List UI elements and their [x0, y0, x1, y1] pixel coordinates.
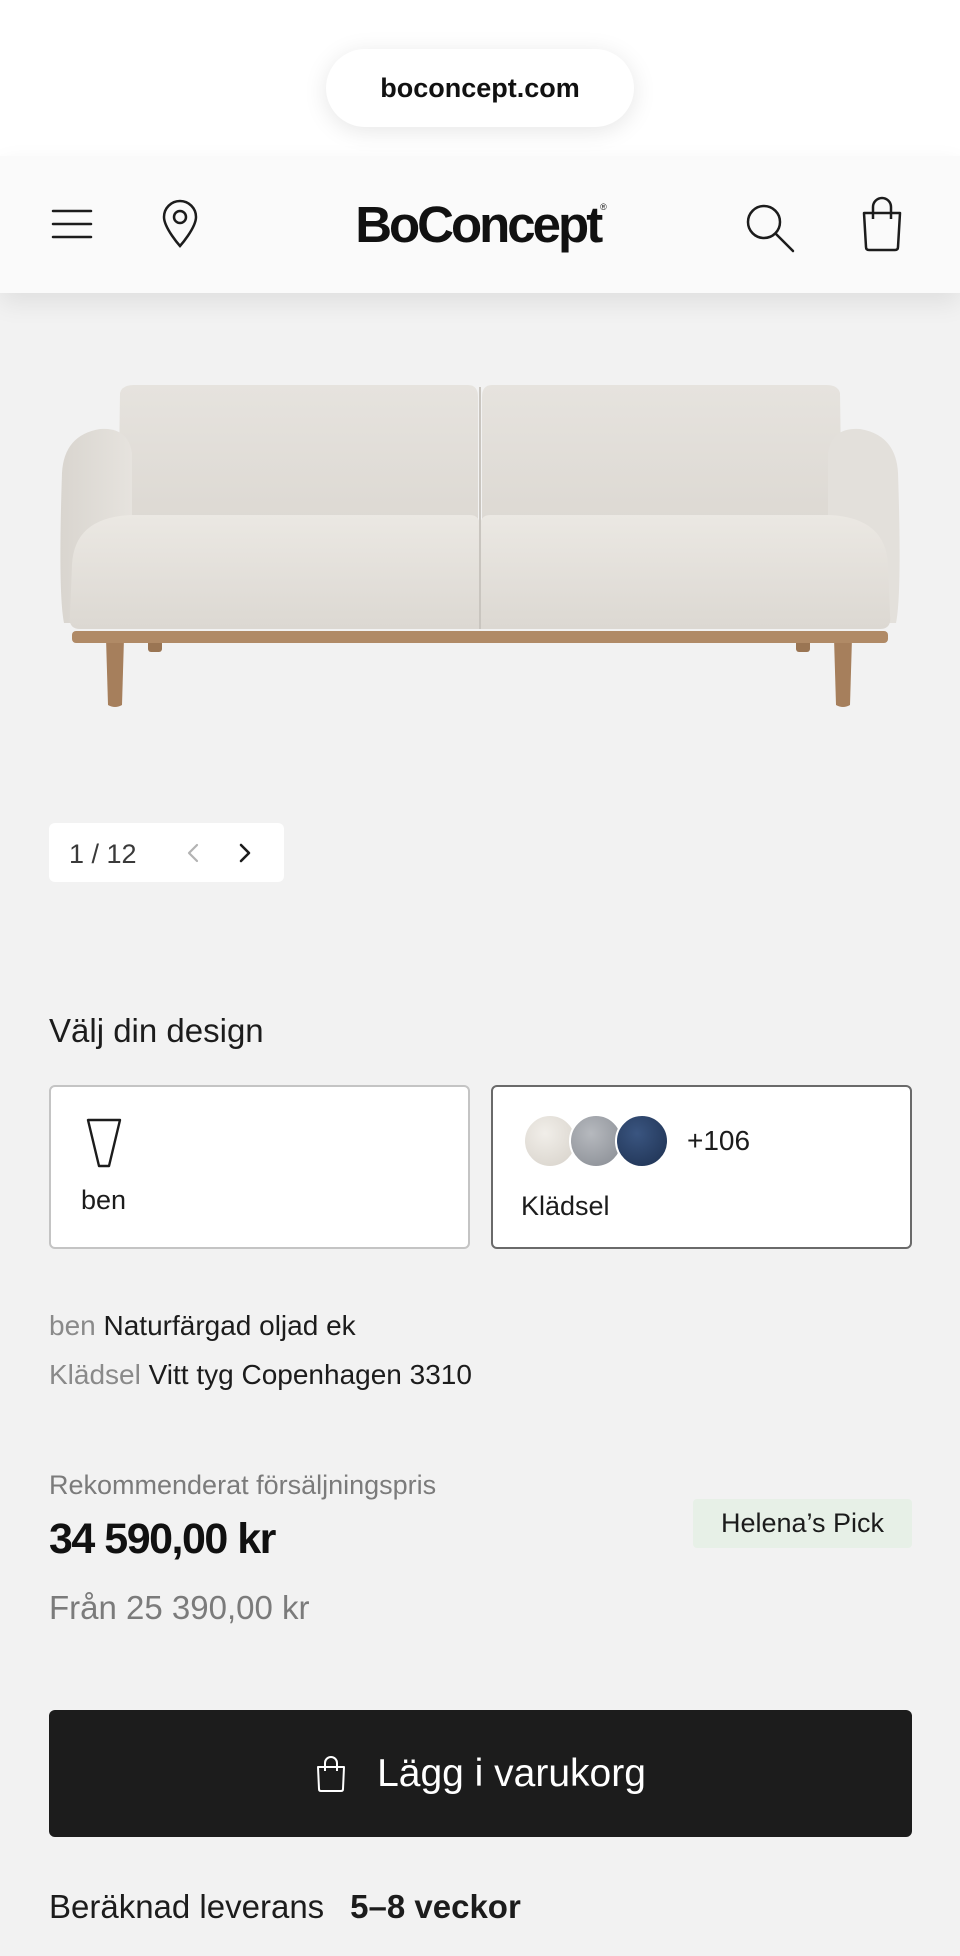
rrp-label: Rekommenderat försäljningspris — [49, 1470, 437, 1500]
registered-mark: ® — [600, 202, 607, 212]
spec-fabric: Klädsel Vitt tyg Copenhagen 3310 — [49, 1359, 472, 1391]
fabric-option-label: Klädsel — [521, 1191, 610, 1221]
more-swatches-count: +106 — [687, 1125, 751, 1156]
search-icon[interactable] — [742, 200, 798, 256]
badge-label: Helena’s Pick — [720, 1508, 885, 1538]
menu-icon[interactable] — [48, 200, 96, 248]
price: 34 590,00 kr — [49, 1515, 276, 1563]
shopping-bag-icon[interactable] — [856, 194, 908, 254]
brand-logo[interactable]: BoConcept ® — [355, 192, 607, 256]
chevron-left-icon[interactable] — [177, 837, 209, 869]
spec-legs: ben Naturfärgad oljad ek — [49, 1310, 356, 1342]
legs-option-label: ben — [81, 1185, 127, 1215]
chevron-right-icon[interactable] — [229, 837, 261, 869]
legs-option-card[interactable]: ben — [49, 1085, 470, 1249]
add-to-cart-button[interactable]: Lägg i varukorg — [49, 1710, 912, 1837]
url-text: boconcept.com — [380, 72, 580, 103]
fabric-swatch-navy — [615, 1114, 669, 1168]
delivery-value: 5–8 veckor — [350, 1888, 521, 1925]
browser-top-bar: boconcept.com — [0, 0, 960, 156]
gallery-pager: 1 / 12 — [49, 823, 284, 882]
url-pill[interactable]: boconcept.com — [326, 49, 634, 127]
from-price: Från 25 390,00 kr — [49, 1589, 310, 1626]
product-image[interactable] — [0, 293, 960, 773]
spec-legs-value: Naturfärgad oljad ek — [103, 1310, 356, 1341]
delivery-estimate: Beräknad leverans 5–8 veckor — [49, 1888, 521, 1926]
gallery-counter: 1 / 12 — [69, 839, 137, 869]
spec-fabric-key: Klädsel — [49, 1359, 141, 1390]
delivery-label: Beräknad leverans — [49, 1888, 325, 1925]
fabric-option-card[interactable]: +106 Klädsel — [491, 1085, 912, 1249]
spec-legs-key: ben — [49, 1310, 96, 1341]
brand-name: BoConcept — [355, 195, 603, 253]
sofa-leg-icon — [85, 1117, 123, 1169]
design-section-title: Välj din design — [49, 1012, 264, 1049]
location-pin-icon[interactable] — [156, 196, 204, 252]
site-header: BoConcept ® — [0, 156, 960, 293]
shopping-bag-icon — [315, 1755, 347, 1793]
spec-fabric-value: Vitt tyg Copenhagen 3310 — [148, 1359, 472, 1390]
helenas-pick-badge: Helena’s Pick — [693, 1499, 912, 1548]
add-to-cart-label: Lägg i varukorg — [377, 1751, 646, 1795]
